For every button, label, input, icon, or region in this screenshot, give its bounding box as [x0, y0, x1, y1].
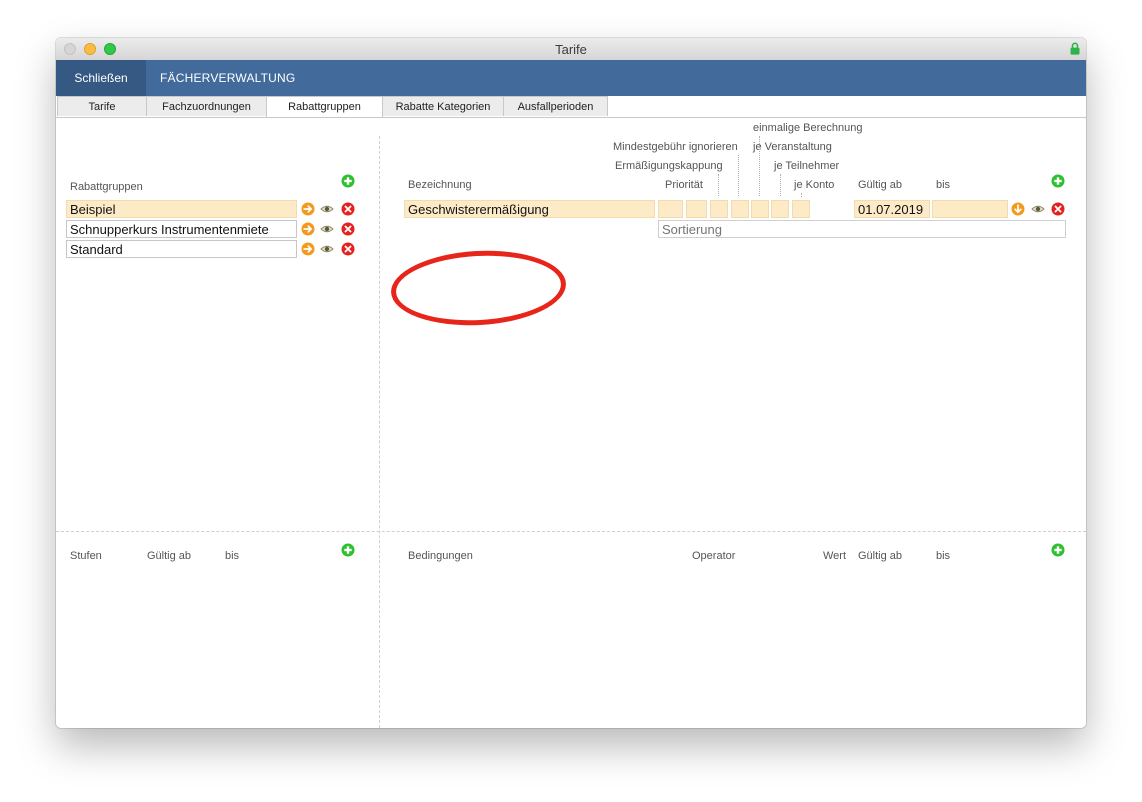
bedingungen-header: Bedingungen — [408, 550, 473, 562]
rabattgruppe-item[interactable]: Schnupperkurs Instrumentenmiete — [66, 220, 297, 238]
header-leader-line — [738, 155, 739, 196]
stufen-bis-header: bis — [225, 550, 240, 562]
header-einmalige-berechnung: einmalige Berechnung — [753, 122, 863, 134]
header-je-veranstaltung: je Veranstaltung — [753, 141, 832, 153]
schliessen-button[interactable]: Schließen — [56, 60, 146, 96]
view-eye-icon[interactable] — [1031, 202, 1045, 216]
gueltig-ab-field[interactable]: 01.07.2019 — [854, 200, 930, 218]
tab-fachzuordnungen[interactable]: Fachzuordnungen — [146, 96, 267, 116]
rabattgruppen-header: Rabattgruppen — [70, 181, 143, 193]
header-leader-line — [759, 136, 760, 196]
add-stufe-plus-circle-icon[interactable] — [341, 543, 355, 557]
tab-tarife[interactable]: Tarife — [57, 96, 147, 116]
tab-rabattgruppen[interactable]: Rabattgruppen — [266, 96, 383, 117]
header-bis: bis — [936, 179, 951, 191]
horizontal-divider — [56, 531, 1086, 532]
header-gueltig-ab: Gültig ab — [858, 179, 903, 191]
prioritaet-field[interactable] — [658, 200, 683, 218]
rabattgruppe-item[interactable]: Standard — [66, 240, 297, 258]
goto-arrow-right-circle-icon[interactable] — [301, 202, 315, 216]
window-title: Tarife — [555, 42, 587, 57]
header-prioritaet: Priorität — [665, 179, 703, 191]
header-ermaessigungskappung: Ermäßigungskappung — [615, 160, 723, 172]
bis-field[interactable] — [932, 200, 1008, 218]
tarife-window: Tarife Schließen FÄCHERVERWALTUNG Tarife… — [56, 38, 1086, 728]
delete-x-circle-icon[interactable] — [1051, 202, 1065, 216]
goto-arrow-right-circle-icon[interactable] — [301, 222, 315, 236]
lock-icon[interactable] — [1070, 42, 1080, 55]
tab-bar: Tarife Fachzuordnungen Rabattgruppen Rab… — [56, 96, 1086, 118]
bedingungen-bis-header: bis — [936, 550, 951, 562]
header-mindestgebuehr-ignorieren: Mindestgebühr ignorieren — [613, 141, 738, 153]
tab-ausfallperioden[interactable]: Ausfallperioden — [503, 96, 608, 116]
delete-x-circle-icon[interactable] — [341, 202, 355, 216]
wert-header: Wert — [823, 550, 847, 562]
header-je-konto: je Konto — [794, 179, 835, 191]
bezeichnung-field[interactable]: Geschwisterermäßigung — [404, 200, 655, 218]
goto-arrow-right-circle-icon[interactable] — [301, 242, 315, 256]
expand-arrow-down-circle-icon[interactable] — [1011, 202, 1025, 216]
header-leader-line — [801, 193, 802, 197]
view-eye-icon[interactable] — [320, 202, 334, 216]
delete-x-circle-icon[interactable] — [341, 242, 355, 256]
operator-header: Operator — [692, 550, 736, 562]
vertical-divider — [379, 136, 380, 728]
view-eye-icon[interactable] — [320, 222, 334, 236]
header-bezeichnung: Bezeichnung — [408, 179, 472, 191]
nav-bar: Schließen FÄCHERVERWALTUNG — [56, 60, 1086, 96]
je-teilnehmer-checkbox[interactable] — [771, 200, 789, 218]
add-bedingung-plus-circle-icon[interactable] — [1051, 543, 1065, 557]
stufen-gueltig-ab-header: Gültig ab — [147, 550, 192, 562]
view-eye-icon[interactable] — [320, 242, 334, 256]
je-konto-checkbox[interactable] — [792, 200, 810, 218]
stufen-header: Stufen — [70, 550, 102, 562]
rabattgruppe-item[interactable]: Beispiel — [66, 200, 297, 218]
tab-rabatte-kategorien[interactable]: Rabatte Kategorien — [382, 96, 504, 116]
section-title: FÄCHERVERWALTUNG — [160, 71, 296, 85]
content-area: Rabattgruppen Beispiel Schnupperkurs Ins… — [56, 118, 1086, 728]
einmalige-berechnung-checkbox[interactable] — [731, 200, 749, 218]
sortierung-input[interactable] — [658, 220, 1066, 238]
header-leader-line — [718, 174, 719, 196]
bedingungen-gueltig-ab-header: Gültig ab — [858, 550, 903, 562]
ermaessigungskappung-checkbox[interactable] — [686, 200, 707, 218]
title-bar: Tarife — [56, 38, 1086, 61]
header-leader-line — [780, 174, 781, 196]
add-rabatt-plus-circle-icon[interactable] — [1051, 174, 1065, 188]
mindestgebuehr-ignorieren-checkbox[interactable] — [710, 200, 728, 218]
delete-x-circle-icon[interactable] — [341, 222, 355, 236]
header-je-teilnehmer: je Teilnehmer — [774, 160, 840, 172]
annotation-circle — [389, 246, 568, 330]
je-veranstaltung-checkbox[interactable] — [751, 200, 769, 218]
add-rabattgruppe-plus-circle-icon[interactable] — [341, 174, 355, 188]
